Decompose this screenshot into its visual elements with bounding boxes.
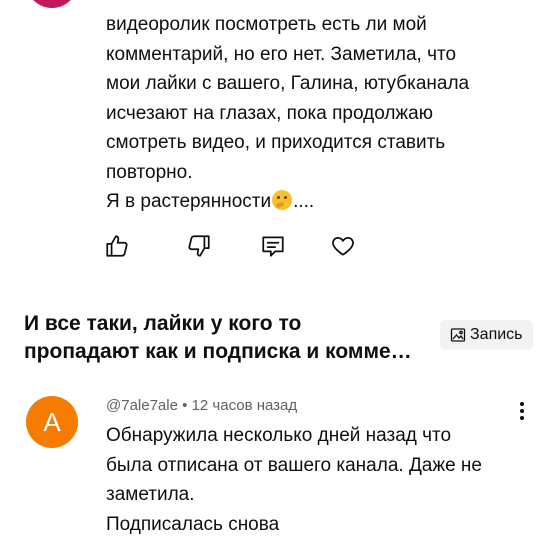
record-chip[interactable]: Запись	[440, 320, 533, 350]
post-title-line: И все таки, лайки у кого то	[24, 312, 302, 335]
comment-text: Обнаружила несколько дней назад что была…	[106, 421, 536, 539]
comment-text-part: Я в растерянности	[106, 191, 272, 212]
image-icon	[450, 327, 466, 343]
comment-line: комментарий, но его нет. Заметила, что	[106, 43, 457, 65]
comment-line: заметила.	[106, 484, 195, 505]
avatar[interactable]	[26, 0, 78, 8]
avatar-letter: A	[43, 406, 61, 437]
thumbs-down-icon[interactable]	[186, 233, 212, 259]
comment-line: исчезают на глазах, пока продолжаю	[106, 102, 433, 124]
post-title-line: пропадают как и подписка и комме…	[24, 340, 412, 363]
comment-line: смотреть видео, и приходится ставить	[106, 132, 446, 153]
meta-separator: •	[182, 397, 188, 414]
thinking-face-emoji	[272, 190, 293, 210]
comment-meta: @7ale7ale • 12 часов назад	[106, 397, 297, 414]
comment-text: видеоролик посмотреть есть ли мой коммен…	[106, 10, 536, 217]
comment-icon[interactable]	[260, 233, 286, 259]
comment-line-last: Я в растерянности....	[106, 187, 536, 217]
comment-line: Обнаружила несколько дней назад что	[106, 425, 452, 446]
comment-line: Подписалась снова	[106, 513, 280, 535]
record-label: Запись	[470, 326, 523, 343]
comment-line: была отписана от вашего канала. Даже не	[106, 454, 482, 476]
avatar[interactable]: A	[26, 396, 78, 448]
comment-author[interactable]: @7ale7ale	[106, 397, 178, 414]
comment-text-part: ....	[293, 191, 315, 212]
more-options-icon[interactable]	[514, 400, 530, 422]
comment-line: мои лайки с вашего, Галина, ютубканала	[106, 73, 470, 94]
comment-line: повторно.	[106, 161, 193, 183]
comment-line: видеоролик посмотреть есть ли мой	[106, 14, 427, 35]
comment-time: 12 часов назад	[191, 397, 298, 414]
heart-icon[interactable]	[330, 233, 356, 259]
post-title[interactable]: И все таки, лайки у кого то пропадают ка…	[24, 310, 424, 366]
thumbs-up-icon[interactable]	[104, 233, 130, 259]
